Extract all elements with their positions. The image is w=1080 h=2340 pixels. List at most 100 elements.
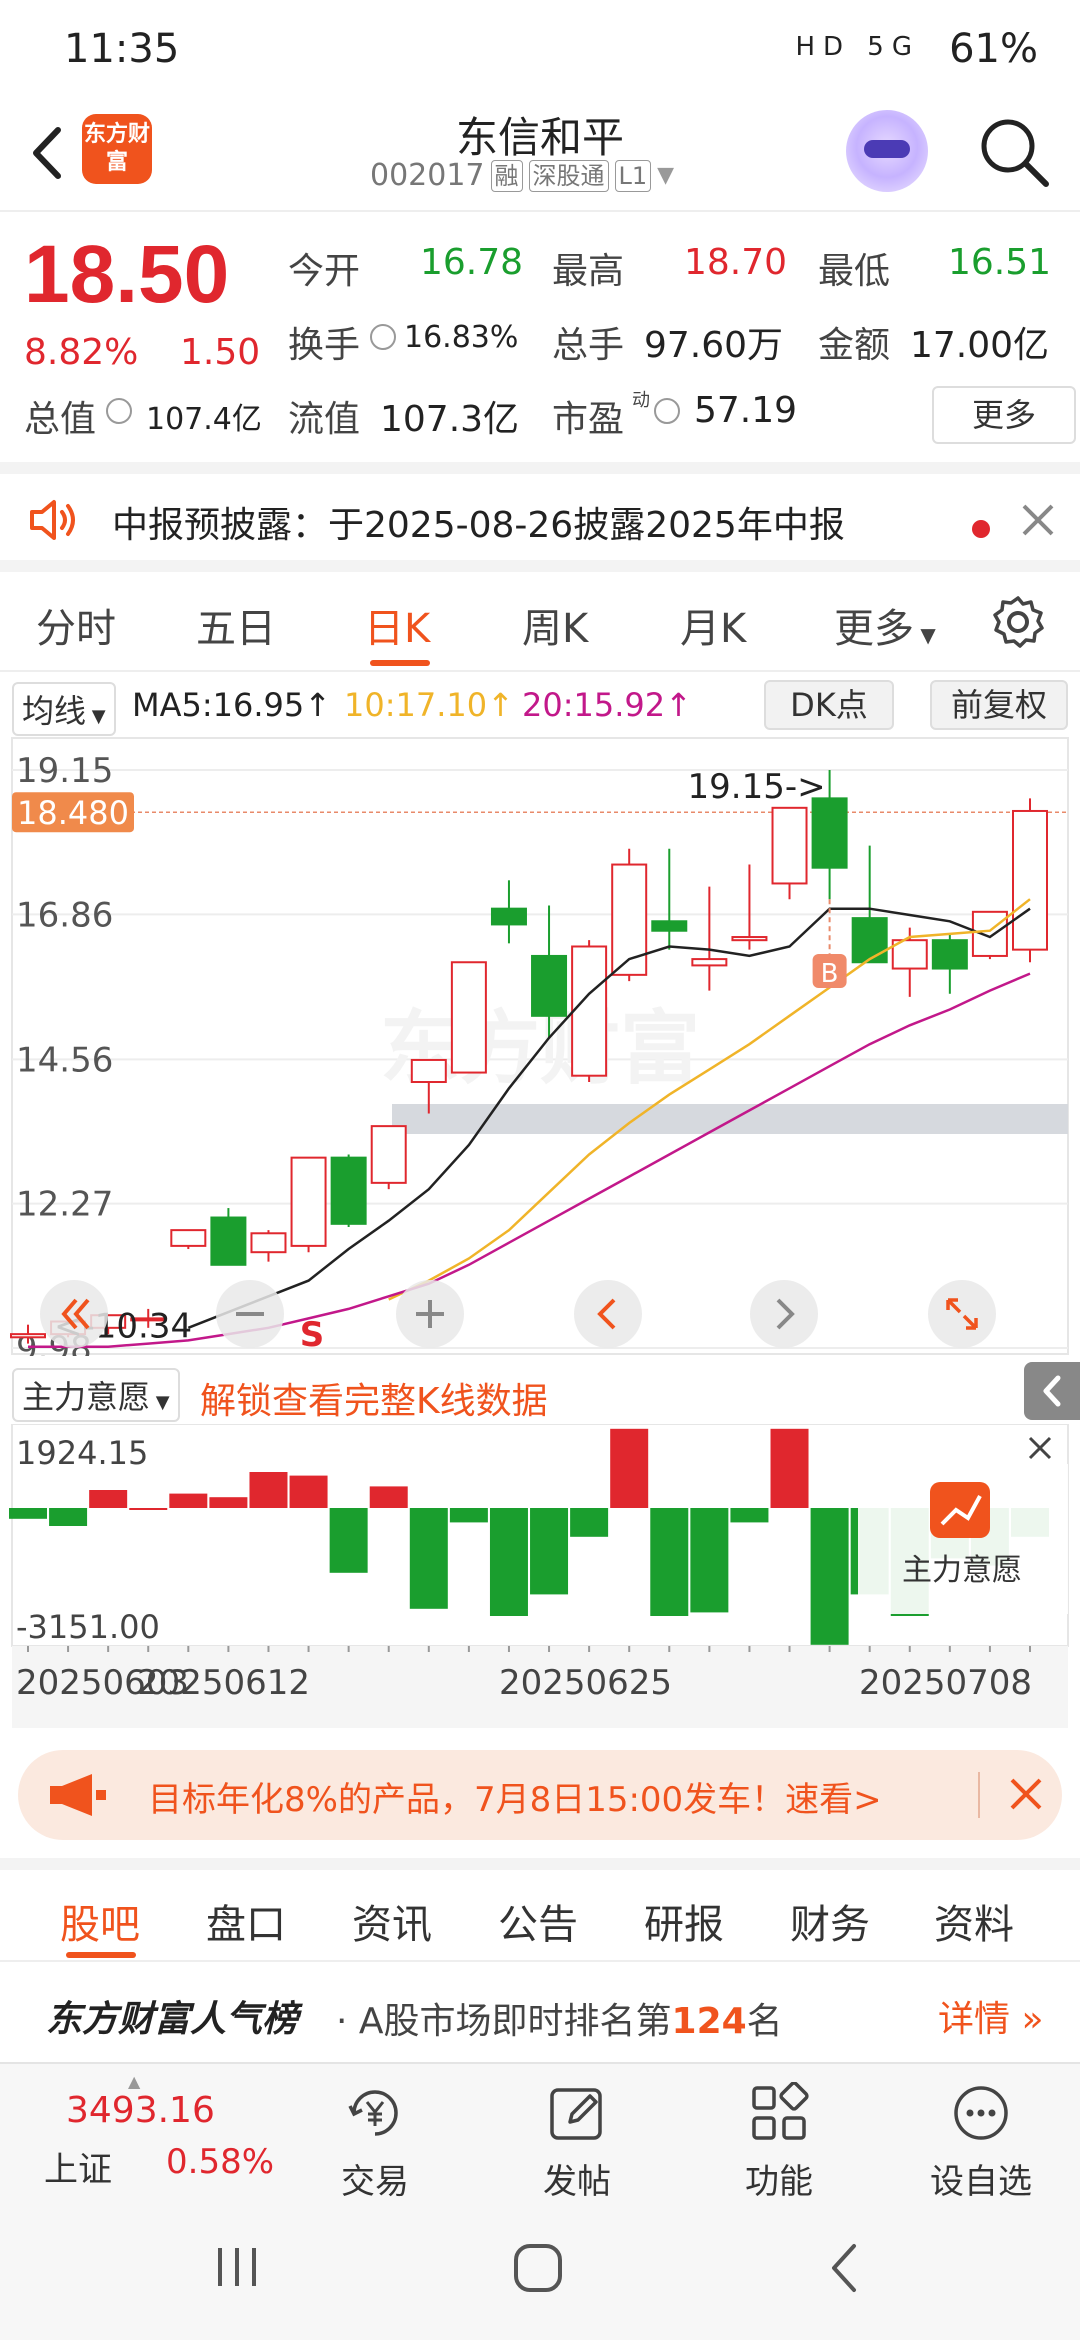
indicator-select-label: 主力意愿: [22, 1378, 151, 1416]
b-marker-label: B: [821, 959, 839, 989]
index-value: 3493.16: [66, 2090, 215, 2131]
dk-point-button[interactable]: DK点: [764, 680, 894, 730]
indicator-bar: [369, 1486, 408, 1508]
dock-features[interactable]: 功能: [724, 2081, 834, 2203]
info-icon[interactable]: [654, 398, 680, 424]
indicator-bar: [249, 1472, 288, 1508]
tab-timeshare[interactable]: 分时: [36, 596, 116, 654]
change-percent: 8.82%: [24, 332, 139, 373]
yen-icon: [348, 2090, 398, 2136]
x-axis-label: 20250625: [499, 1663, 672, 1703]
active-tab-indicator: [66, 1952, 136, 1958]
caret-up-icon: ▲: [128, 2072, 141, 2091]
ma5-value: MA5:16.95↑: [132, 686, 332, 724]
ma-legend-row: 均线 ▼ MA5:16.95↑ 10:17.10↑ 20:15.92↑ DK点 …: [0, 674, 1080, 736]
dock-post[interactable]: 发帖: [522, 2082, 632, 2203]
tab-profile[interactable]: 资料: [934, 1892, 1014, 1950]
candle-body: [651, 920, 688, 932]
tab-forum[interactable]: 股吧: [60, 1892, 140, 1950]
dock-trade[interactable]: 交易: [320, 2082, 430, 2203]
tab-daily-k[interactable]: 日K: [364, 596, 430, 654]
indicator-bar: [9, 1508, 47, 1519]
tab-more[interactable]: 更多 ▼: [834, 596, 936, 654]
candle-body: [10, 1333, 46, 1339]
tab-5day[interactable]: 五日: [196, 596, 276, 654]
ma-select[interactable]: 均线 ▼: [12, 682, 116, 736]
promo-banner[interactable]: 目标年化8%的产品，7月8日15:00发车！速看>: [18, 1750, 1062, 1840]
tab-research[interactable]: 研报: [644, 1892, 724, 1950]
candle-body: [450, 961, 487, 1074]
candle-body: [931, 939, 968, 970]
app-header: 东方财富 东信和平 002017 融 深股通 L1 ▼: [0, 96, 1080, 212]
unread-dot: [972, 520, 990, 538]
mktcap-value: 107.4亿: [146, 402, 262, 437]
recent-apps-icon[interactable]: [212, 2242, 262, 2292]
signal-icon: HD 5G: [795, 32, 920, 62]
turnover-label: 换手: [288, 325, 361, 366]
indicator-bar: [730, 1508, 769, 1523]
rank-suffix: 名: [746, 2001, 783, 2042]
caret-down-icon: ▼: [86, 706, 106, 727]
indicator-select[interactable]: 主力意愿 ▼: [12, 1368, 180, 1422]
rank-detail-link[interactable]: 详情 »: [938, 1990, 1043, 2042]
info-icon[interactable]: [106, 398, 132, 424]
more-button[interactable]: 更多: [932, 386, 1076, 444]
tab-announcements[interactable]: 公告: [498, 1892, 578, 1950]
high-marker-label: 19.15->: [688, 767, 826, 807]
expand-icon-bg: [928, 1280, 996, 1348]
chevron-left-icon[interactable]: [574, 1280, 642, 1348]
bottom-dock: ▲ 3493.16 上证 0.58% 交易 发帖 功能 设自选: [0, 2062, 1080, 2202]
stock-code-row: 002017 融 深股通 L1 ▼: [370, 158, 674, 193]
home-icon[interactable]: [510, 2240, 566, 2296]
tab-finance[interactable]: 财务: [790, 1892, 870, 1950]
last-price: 18.50: [24, 229, 230, 320]
collapse-tab[interactable]: [1024, 1362, 1080, 1420]
chevron-right-icon[interactable]: [750, 1280, 818, 1348]
popularity-rank[interactable]: 东方财富人气榜 · A股市场即时排名第124名 详情 »: [0, 1972, 1080, 2062]
unlock-link[interactable]: 解锁查看完整K线数据: [200, 1372, 548, 1424]
double-left-icon[interactable]: [40, 1280, 108, 1348]
tab-orderbook[interactable]: 盘口: [206, 1892, 286, 1950]
tab-weekly-k[interactable]: 周K: [522, 596, 588, 654]
close-icon[interactable]: [1028, 1436, 1052, 1460]
tab-news[interactable]: 资讯: [352, 1892, 432, 1950]
indicator-bar: [129, 1508, 168, 1510]
chevron-left-icon: [1043, 1375, 1061, 1407]
caret-down-icon: ▼: [150, 1392, 170, 1413]
close-icon[interactable]: [1006, 1774, 1046, 1814]
close-icon[interactable]: [1018, 500, 1058, 540]
robot-assistant-icon[interactable]: [846, 110, 928, 192]
candle-body: [971, 910, 1008, 957]
expand-icon[interactable]: [928, 1280, 996, 1348]
plus-icon[interactable]: [396, 1280, 464, 1348]
adjust-button[interactable]: 前复权: [930, 680, 1068, 730]
indicator-bar: [449, 1508, 488, 1523]
notice-text: 中报预披露：于2025-08-26披露2025年中报: [112, 505, 845, 546]
chevron-down-icon[interactable]: ▼: [657, 163, 674, 188]
tab-monthly-k[interactable]: 月K: [680, 596, 746, 654]
y-axis-label: 14.56: [16, 1040, 113, 1080]
period-tabs: 分时 五日 日K 周K 月K 更多 ▼: [0, 572, 1080, 672]
candlestick-chart[interactable]: 东方财富 19.1516.8614.5612.279.9818.480 19.1…: [0, 736, 1080, 1356]
gear-icon[interactable]: [990, 594, 1046, 650]
stock-code: 002017: [370, 158, 485, 193]
rank-title: 东方财富人气榜: [46, 1999, 299, 2040]
volume-label: 总手: [552, 325, 625, 366]
search-icon[interactable]: [974, 112, 1054, 192]
active-tab-indicator: [370, 660, 430, 666]
candle-body: [410, 1058, 447, 1084]
minus-icon[interactable]: [216, 1280, 284, 1348]
back-nav-icon[interactable]: [824, 2240, 864, 2296]
candle-body: [330, 1156, 367, 1225]
mktcap-label: 总值: [24, 399, 97, 440]
info-icon[interactable]: [370, 324, 396, 350]
candle-body: [290, 1156, 327, 1247]
index-percent: 0.58%: [166, 2142, 275, 2182]
dock-watchlist[interactable]: 设自选: [926, 2082, 1036, 2203]
notice-bar[interactable]: 中报预披露：于2025-08-26披露2025年中报: [0, 462, 1080, 572]
indicator-chart[interactable]: 1924.15 -3151.00 主力意愿 2025060320250612 20…: [0, 1424, 1080, 1728]
system-nav-bar: [0, 2198, 1080, 2340]
y-axis-label: 16.86: [16, 895, 113, 935]
quote-panel: 18.50 8.82% 1.50 今开 16.78 最高 18.70 最低 16…: [0, 214, 1080, 460]
indicator-bar: [530, 1508, 569, 1595]
